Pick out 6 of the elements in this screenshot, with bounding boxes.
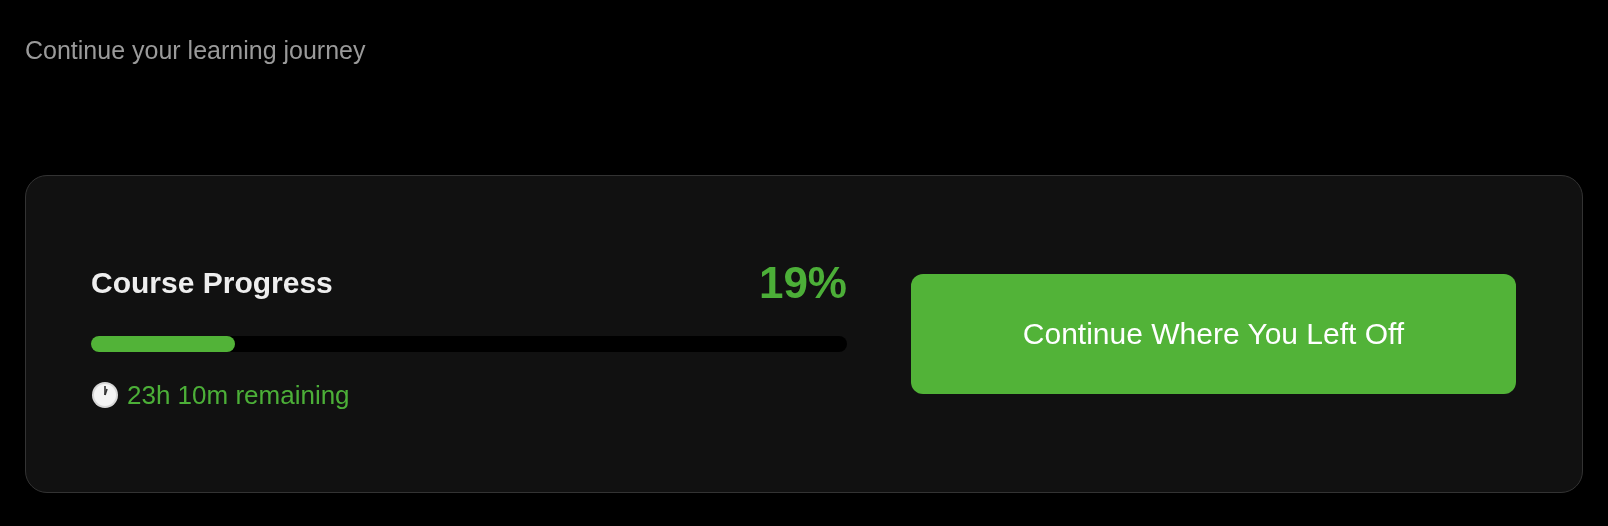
page-subtitle: Continue your learning journey <box>25 35 367 66</box>
time-remaining: 23h 10m remaining <box>127 379 350 411</box>
clock-icon <box>91 381 119 409</box>
progress-title: Course Progress <box>91 265 333 300</box>
progress-percent: 19% <box>758 257 847 308</box>
continue-button[interactable]: Continue Where You Left Off <box>911 274 1516 394</box>
